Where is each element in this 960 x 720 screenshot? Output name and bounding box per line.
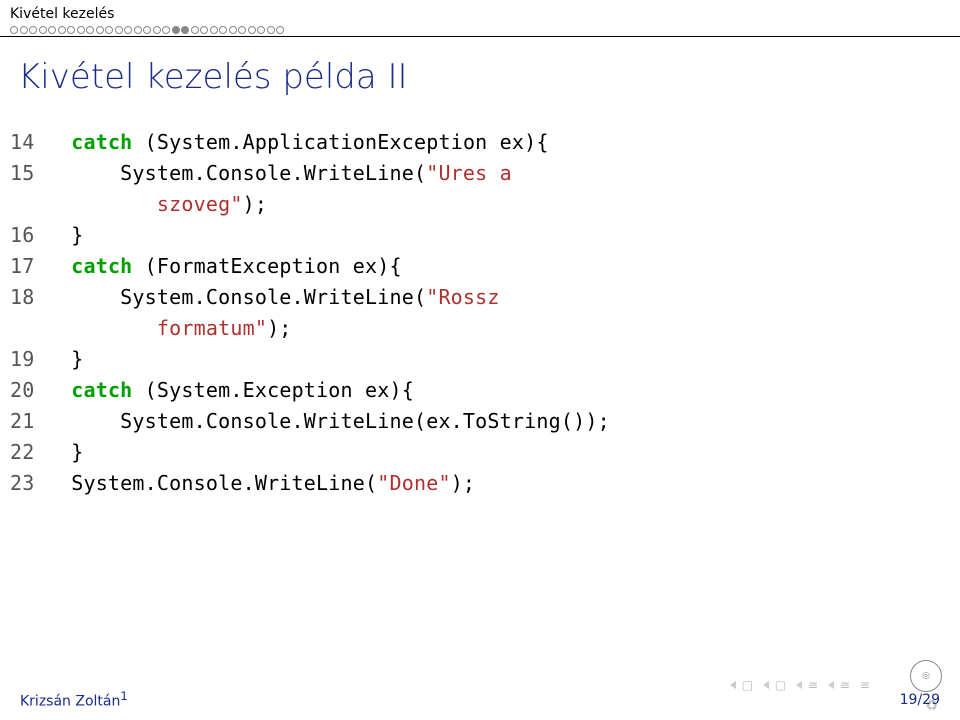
progress-dot[interactable] xyxy=(105,26,113,34)
progress-dot[interactable] xyxy=(20,26,28,34)
progress-dot[interactable] xyxy=(143,26,151,34)
progress-dot[interactable] xyxy=(153,26,161,34)
progress-dot[interactable] xyxy=(29,26,37,34)
section-label: Kivétel kezelés xyxy=(10,6,950,22)
slide: Kivétel kezelés Kivétel kezelés példa II… xyxy=(0,0,960,720)
divider xyxy=(0,36,960,37)
progress-dot[interactable] xyxy=(77,26,85,34)
footer: Krizsán Zoltán1 19/29 xyxy=(0,689,960,714)
progress-dot[interactable] xyxy=(200,26,208,34)
progress-dot[interactable] xyxy=(39,26,47,34)
institution-logo-icon: ◎ xyxy=(910,660,942,692)
progress-dot[interactable] xyxy=(238,26,246,34)
progress-dot[interactable] xyxy=(248,26,256,34)
author-sup: 1 xyxy=(120,689,127,703)
progress-dot[interactable] xyxy=(276,26,284,34)
progress-dot[interactable] xyxy=(257,26,265,34)
progress-dot[interactable] xyxy=(210,26,218,34)
progress-dot[interactable] xyxy=(124,26,132,34)
progress-dots xyxy=(10,26,950,34)
progress-dot[interactable] xyxy=(172,26,180,34)
progress-dot[interactable] xyxy=(191,26,199,34)
progress-dot[interactable] xyxy=(86,26,94,34)
code-block: 14 catch (System.ApplicationException ex… xyxy=(0,117,960,509)
author-name: Krizsán Zoltán xyxy=(20,694,120,710)
top-bar: Kivétel kezelés xyxy=(0,0,960,34)
progress-dot[interactable] xyxy=(267,26,275,34)
progress-dot[interactable] xyxy=(134,26,142,34)
progress-dot[interactable] xyxy=(181,26,189,34)
progress-dot[interactable] xyxy=(58,26,66,34)
progress-dot[interactable] xyxy=(115,26,123,34)
progress-dot[interactable] xyxy=(10,26,18,34)
page-number: 19/29 xyxy=(900,692,940,708)
progress-dot[interactable] xyxy=(96,26,104,34)
progress-dot[interactable] xyxy=(219,26,227,34)
progress-dot[interactable] xyxy=(48,26,56,34)
page-title: Kivétel kezelés példa II xyxy=(0,45,960,117)
progress-dot[interactable] xyxy=(162,26,170,34)
progress-dot[interactable] xyxy=(67,26,75,34)
footer-author: Krizsán Zoltán1 xyxy=(20,689,128,710)
progress-dot[interactable] xyxy=(229,26,237,34)
